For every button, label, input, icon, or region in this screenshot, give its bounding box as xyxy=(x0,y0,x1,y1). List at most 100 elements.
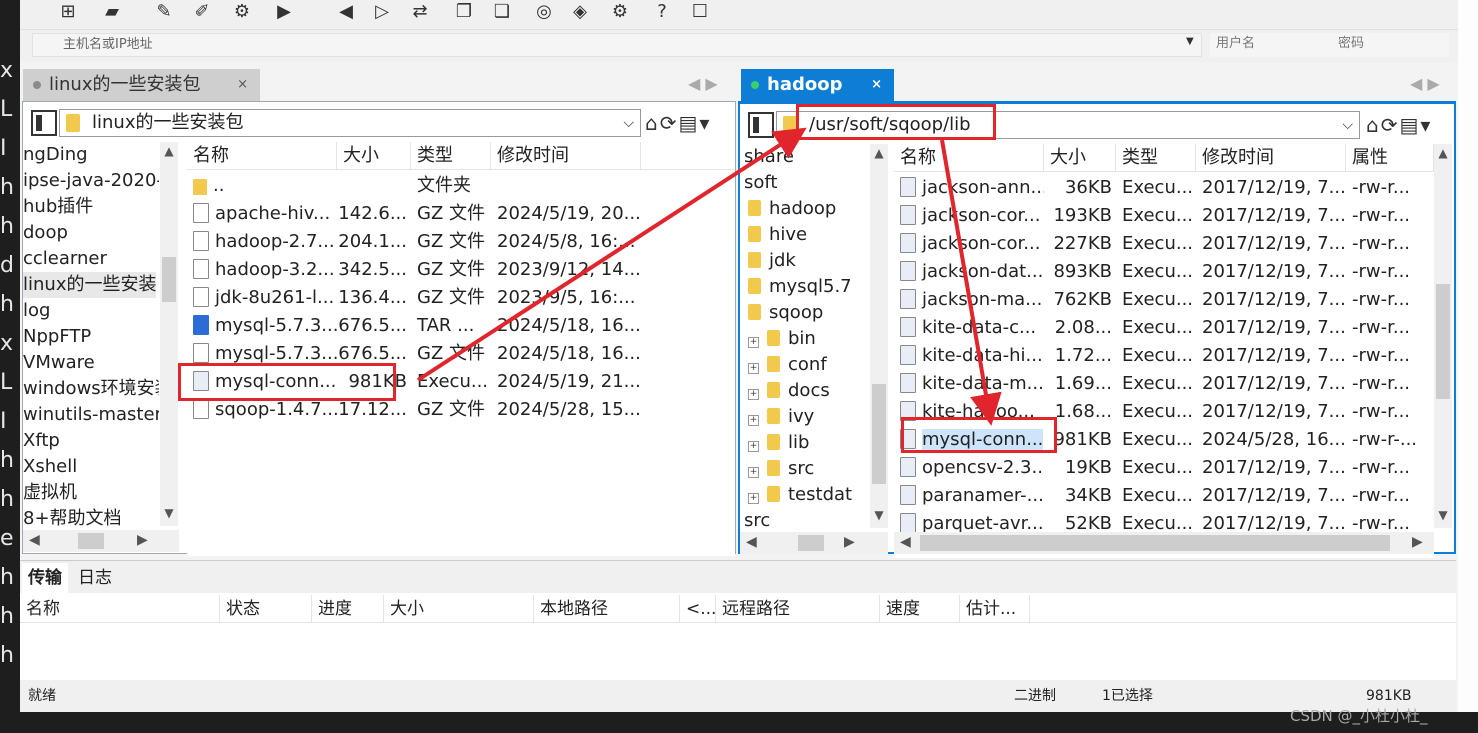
tree-item[interactable]: hub插件 xyxy=(23,194,93,220)
tree-item[interactable]: + src xyxy=(748,456,814,482)
transfer-column-3[interactable]: 大小 xyxy=(384,595,534,623)
file-name-cell[interactable]: kite-hadoo... xyxy=(894,398,1044,426)
file-row[interactable]: kite-data-hi... 1.72... Execu... 2017/12/19… xyxy=(894,342,1434,370)
tree-item[interactable]: 虚拟机 xyxy=(23,480,77,506)
file-row[interactable]: apache-hiv... 142.6... GZ 文件 2024/5/19, 20.… xyxy=(187,200,735,228)
transfer-column-2[interactable]: 进度 xyxy=(312,595,384,623)
host-input[interactable]: 主机名或IP地址 xyxy=(32,33,1202,57)
tree-item[interactable]: hive xyxy=(748,222,807,248)
column-header-3[interactable]: 修改时间 xyxy=(491,142,641,170)
expand-icon[interactable]: + xyxy=(748,467,759,478)
tree-item[interactable]: hadoop xyxy=(748,196,836,222)
expand-icon[interactable]: + xyxy=(748,337,759,348)
local-path-input[interactable]: linux的一些安装包 ⌵ xyxy=(59,109,641,137)
file-row[interactable]: hadoop-3.2... 342.5... GZ 文件 2023/9/12, 14.… xyxy=(187,256,735,284)
tree-item[interactable]: mysql5.7 xyxy=(748,274,852,300)
file-row[interactable]: mysql-conn... 981KB Execu... 2024/5/28, 16.… xyxy=(894,426,1434,454)
file-row[interactable]: kite-hadoo... 1.68... Execu... 2017/12/19, … xyxy=(894,398,1434,426)
open-folder-icon[interactable]: ▰ xyxy=(100,0,124,22)
file-name-cell[interactable]: jackson-ma... xyxy=(894,286,1044,314)
file-row[interactable]: mysql-5.7.3... 676.5... GZ 文件 2024/5/18, 16… xyxy=(187,340,735,368)
tree-item[interactable]: + ivy xyxy=(748,404,814,430)
file-name-cell[interactable]: apache-hiv... xyxy=(187,200,337,228)
close-tab-icon[interactable]: × xyxy=(871,69,882,101)
toggle-sidebar-icon[interactable] xyxy=(748,112,774,138)
tree-hscrollbar[interactable]: ◀ ▶ xyxy=(740,532,888,554)
tree-item[interactable]: Xshell xyxy=(23,454,77,480)
tree-item[interactable]: doop xyxy=(23,220,68,246)
chevron-down-icon[interactable]: ⌵ xyxy=(1342,112,1353,138)
tree-item[interactable]: + testdat xyxy=(748,482,852,508)
tree-item[interactable]: 8+帮助文档 xyxy=(23,506,122,526)
file-row[interactable]: opencsv-2.3... 19KB Execu... 2017/12/19, 7.… xyxy=(894,454,1434,482)
nav-buttons[interactable]: ⌂⟳▤▾ xyxy=(645,111,711,135)
transfer-column-7[interactable]: 速度 xyxy=(880,595,960,623)
properties-icon[interactable]: ⚙ xyxy=(230,0,254,22)
paste-icon[interactable]: ❏ xyxy=(490,0,514,22)
host-dropdown-icon[interactable]: ▼ xyxy=(1186,36,1194,47)
transfer-column-8[interactable]: 估计... xyxy=(960,595,1030,623)
file-name-cell[interactable]: jackson-dat... xyxy=(894,258,1044,286)
file-name-cell[interactable]: mysql-5.7.3... xyxy=(187,340,337,368)
edit-icon[interactable]: ✐ xyxy=(190,0,214,22)
help-icon[interactable]: ? xyxy=(650,0,674,22)
expand-icon[interactable]: + xyxy=(748,389,759,400)
file-name-cell[interactable]: jackson-ann... xyxy=(894,174,1044,202)
file-name-cell[interactable]: .. xyxy=(187,172,337,200)
file-row[interactable]: mysql-conn... 981KB Execu... 2024/5/19, 21.… xyxy=(187,368,735,396)
sync-icon[interactable]: ⇄ xyxy=(408,0,432,22)
tree-item[interactable]: windows环境安装 xyxy=(23,376,159,402)
file-name-cell[interactable]: sqoop-1.4.7... xyxy=(187,396,337,424)
tree-item[interactable]: cclearner xyxy=(23,246,107,272)
tab-local-folder[interactable]: linux的一些安装包 × xyxy=(23,69,260,101)
transfer-column-1[interactable]: 状态 xyxy=(220,595,312,623)
nav-buttons[interactable]: ⌂⟳▤▾ xyxy=(1366,113,1432,137)
tree-item[interactable]: + bin xyxy=(748,326,816,352)
close-tab-icon[interactable]: × xyxy=(237,69,248,101)
tree-scrollbar[interactable]: ▲ ▼ xyxy=(870,144,888,528)
file-row[interactable]: jdk-8u261-l... 136.4... GZ 文件 2023/9/5, 16:… xyxy=(187,284,735,312)
file-name-cell[interactable]: kite-data-m... xyxy=(894,370,1044,398)
tree-item[interactable]: ipse-java-2020- xyxy=(23,168,159,194)
new-session-icon[interactable]: ⊞ xyxy=(56,0,80,22)
back-icon[interactable]: ◀ xyxy=(334,0,358,22)
file-row[interactable]: hadoop-2.7... 204.1... GZ 文件 2024/5/8, 16:.… xyxy=(187,228,735,256)
password-input[interactable]: 密码 xyxy=(1332,33,1449,57)
file-row[interactable]: kite-data-m... 1.69... Execu... 2017/12/19,… xyxy=(894,370,1434,398)
file-name-cell[interactable]: paranamer-... xyxy=(894,482,1044,510)
tree-item[interactable]: + conf xyxy=(748,352,827,378)
copy-icon[interactable]: ❐ xyxy=(452,0,476,22)
column-header-4[interactable]: 属性 xyxy=(1346,144,1434,172)
tree-item[interactable]: + lib xyxy=(748,430,809,456)
tree-hscrollbar[interactable]: ◀ ▶ xyxy=(23,530,179,552)
file-name-cell[interactable]: hadoop-2.7... xyxy=(187,228,337,256)
username-input[interactable]: 用户名 xyxy=(1210,33,1335,57)
file-name-cell[interactable]: opencsv-2.3... xyxy=(894,454,1044,482)
expand-icon[interactable]: + xyxy=(748,415,759,426)
expand-icon[interactable]: + xyxy=(748,363,759,374)
gear-icon[interactable]: ⚙ xyxy=(608,0,632,22)
tab-log[interactable]: 日志 xyxy=(78,563,112,593)
toggle-sidebar-icon[interactable] xyxy=(31,110,57,136)
file-name-cell[interactable]: jdk-8u261-l... xyxy=(187,284,337,312)
expand-icon[interactable]: + xyxy=(748,441,759,452)
file-row[interactable]: jackson-dat... 893KB Execu... 2017/12/19, 7… xyxy=(894,258,1434,286)
tree-item[interactable]: Xftp xyxy=(23,428,60,454)
column-header-2[interactable]: 类型 xyxy=(1116,144,1196,172)
file-name-cell[interactable]: kite-data-hi... xyxy=(894,342,1044,370)
column-header-1[interactable]: 大小 xyxy=(1044,144,1116,172)
tree-item[interactable]: VMware xyxy=(23,350,95,376)
file-name-cell[interactable]: kite-data-c... xyxy=(894,314,1044,342)
tree-item[interactable]: share xyxy=(744,144,794,170)
transfer-column-4[interactable]: 本地路径 xyxy=(534,595,680,623)
transfer-column-5[interactable]: <... xyxy=(680,595,716,623)
tab-transfer[interactable]: 传输 xyxy=(22,563,68,593)
tree-item[interactable]: + docs xyxy=(748,378,830,404)
remote-path-input[interactable]: /usr/soft/sqoop/lib ⌵ xyxy=(776,111,1360,139)
column-header-1[interactable]: 大小 xyxy=(337,142,411,170)
tree-item[interactable]: winutils-master xyxy=(23,402,159,428)
tree-item[interactable]: soft xyxy=(744,170,777,196)
transfer-column-6[interactable]: 远程路径 xyxy=(716,595,880,623)
transfer-column-0[interactable]: 名称 xyxy=(20,595,220,623)
tree-item[interactable]: linux的一些安装 xyxy=(23,272,157,298)
